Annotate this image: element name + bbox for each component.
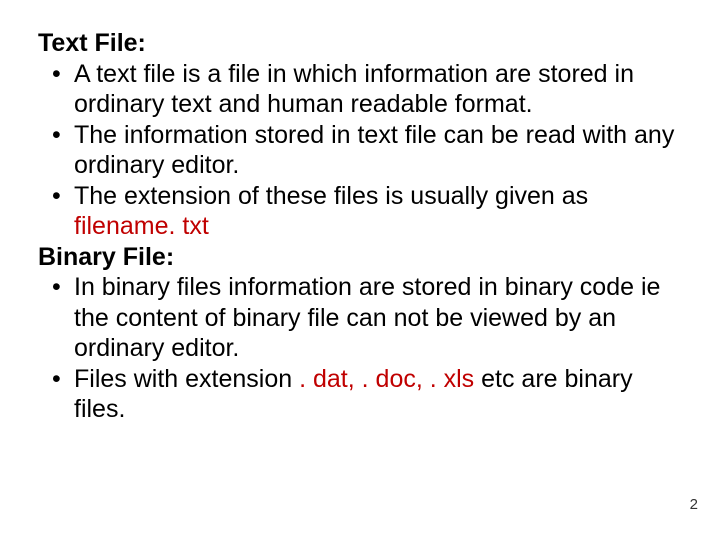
list-item-text: The information stored in text file can … xyxy=(74,121,674,180)
list-binary-file: In binary files information are stored i… xyxy=(38,272,688,425)
list-item-red: . dat, . doc, . xls xyxy=(299,365,474,393)
page-number: 2 xyxy=(690,496,698,514)
section-heading-binary-file: Binary File: xyxy=(38,242,688,273)
slide-content: Text File: A text file is a file in whic… xyxy=(38,28,688,425)
list-item: Files with extension . dat, . doc, . xls… xyxy=(46,364,688,425)
section-heading-text-file: Text File: xyxy=(38,28,688,59)
list-item: The information stored in text file can … xyxy=(46,120,688,181)
list-item-red: filename. txt xyxy=(74,212,209,240)
list-item-prefix: Files with extension xyxy=(74,365,299,393)
list-item: The extension of these files is usually … xyxy=(46,181,688,242)
list-item-prefix: The extension of these files is usually … xyxy=(74,182,588,210)
list-text-file: A text file is a file in which informati… xyxy=(38,59,688,242)
list-item-text: In binary files information are stored i… xyxy=(74,273,660,362)
list-item: A text file is a file in which informati… xyxy=(46,59,688,120)
list-item-text: A text file is a file in which informati… xyxy=(74,60,634,119)
list-item: In binary files information are stored i… xyxy=(46,272,688,364)
